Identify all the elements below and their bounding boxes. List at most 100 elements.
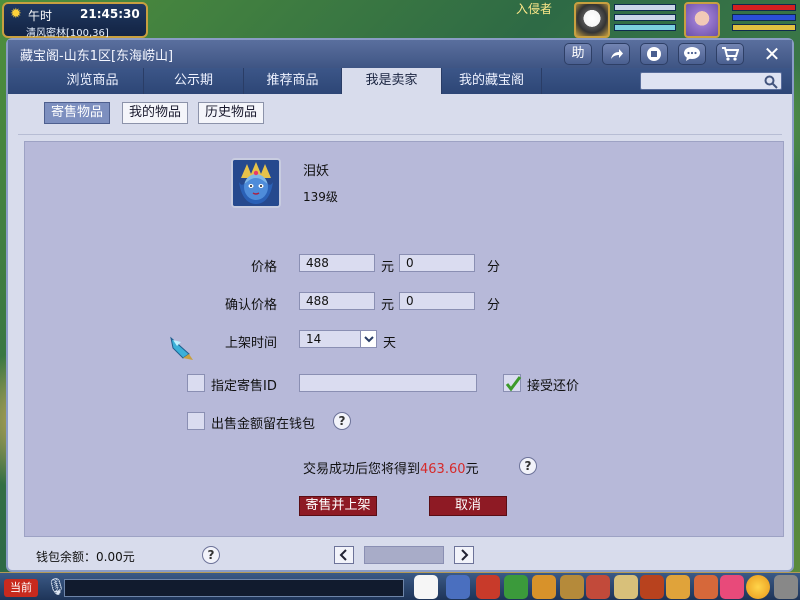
trade-icon[interactable] (532, 575, 556, 599)
pet-face-icon[interactable] (414, 575, 438, 599)
player-mp-bar (732, 14, 796, 21)
character-hud: 入侵者 (516, 0, 800, 40)
accept-offer-label: 接受还价 (527, 379, 580, 394)
window-title: 藏宝阁-山东1区[东海崂山] (20, 49, 174, 64)
confirm-fen-unit: 分 (487, 298, 501, 313)
pet-portrait[interactable] (574, 2, 610, 38)
sun-icon: ✹ (10, 6, 22, 22)
help-icon[interactable]: ? (333, 412, 351, 430)
activity-icon[interactable] (694, 575, 718, 599)
tab-seller[interactable]: 我是卖家 (342, 68, 442, 94)
chat-bubble-icon (684, 47, 700, 61)
main-tab-bar: 浏览商品 公示期 推荐商品 我是卖家 我的藏宝阁 (8, 68, 792, 94)
wallet-amount: 0.00元 (96, 550, 135, 564)
map-location: 清风密林[100,36] (26, 28, 109, 39)
channel-current-button[interactable]: 当前 (4, 579, 38, 597)
chevron-right-icon (461, 549, 469, 561)
player-hp-bar (732, 4, 796, 11)
listing-time-value: 14 (306, 332, 322, 346)
stop-icon (647, 47, 661, 61)
pet-menu-icon[interactable] (586, 575, 610, 599)
window-title-bar[interactable]: 藏宝阁-山东1区[东海崂山] 助 ✕ (8, 40, 792, 68)
system-settings-icon[interactable] (774, 575, 798, 599)
target-name: 入侵者 (516, 2, 553, 16)
page-scrollbar[interactable] (364, 546, 444, 564)
checkmark-icon (505, 376, 522, 392)
designated-id-label: 指定寄售ID (211, 379, 277, 394)
pet-mp-bar (614, 14, 676, 21)
tab-browse[interactable]: 浏览商品 (42, 68, 144, 94)
wallet-label: 钱包余额： (36, 550, 97, 564)
pet-hp-bar (614, 4, 676, 11)
earnings-prefix: 交易成功后您将得到 (303, 462, 421, 477)
designated-id-input[interactable] (299, 374, 477, 392)
treasure-pavilion-window: 藏宝阁-山东1区[东海崂山] 助 ✕ 浏览商品 公示期 推荐商品 我是卖家 我的… (6, 38, 794, 572)
designated-id-checkbox[interactable] (187, 374, 205, 392)
player-portrait[interactable] (684, 2, 720, 38)
friends-icon[interactable] (666, 575, 690, 599)
confirm-price-fen-input[interactable]: 0 (399, 292, 475, 310)
cursor-gem-icon (170, 336, 193, 360)
time-location-panel: ✹ 午时 21:45:30 清风密林[100,36] (2, 2, 148, 39)
wallet-balance: 钱包余额：0.00元 (36, 548, 135, 565)
game-bottom-bar: 当前 🎙 (0, 572, 800, 600)
keep-in-wallet-checkbox[interactable] (187, 412, 205, 430)
chat-input[interactable] (64, 579, 404, 597)
accept-offer-checkbox[interactable] (503, 374, 522, 392)
earnings-suffix: 元 (465, 462, 479, 477)
earnings-text: 交易成功后您将得到463.60元 (303, 458, 479, 477)
previous-page-button[interactable] (334, 546, 354, 564)
price-yuan-input[interactable]: 488 (299, 254, 375, 272)
confirm-price-label: 确认价格 (225, 298, 278, 313)
subtab-my-items[interactable]: 我的物品 (122, 102, 189, 124)
tab-my-pavilion[interactable]: 我的藏宝阁 (442, 68, 542, 94)
chevron-down-icon[interactable] (360, 331, 376, 347)
pet-exp-bar (614, 24, 676, 31)
game-clock: 21:45:30 (80, 7, 140, 21)
team-icon[interactable] (560, 575, 584, 599)
price-fen-input[interactable]: 0 (399, 254, 475, 272)
search-icon[interactable] (764, 72, 778, 93)
search-input[interactable] (640, 72, 782, 90)
listing-time-unit: 天 (383, 336, 397, 351)
tab-recommended[interactable]: 推荐商品 (244, 68, 342, 94)
item-level: 139级 (303, 190, 338, 204)
yuan-unit: 元 (381, 260, 395, 275)
help-icon[interactable]: ? (519, 457, 537, 475)
consign-form-panel: 泪妖 139级 价格 488 元 0 分 确认价格 488 元 0 分 上架时间… (24, 141, 784, 537)
earnings-amount: 463.60 (420, 462, 466, 477)
confirm-price-yuan-input[interactable]: 488 (299, 292, 375, 310)
next-page-button[interactable] (454, 546, 474, 564)
quest-scroll-icon[interactable] (614, 575, 638, 599)
give-item-icon[interactable] (504, 575, 528, 599)
help-icon[interactable]: ? (202, 546, 220, 564)
cart-button[interactable] (716, 43, 744, 65)
chevron-left-icon (339, 549, 347, 561)
item-bag-icon[interactable] (476, 575, 500, 599)
listing-time-select[interactable]: 14 (299, 330, 377, 348)
mall-icon[interactable] (720, 575, 744, 599)
cancel-button[interactable]: 取消 (429, 496, 507, 516)
help-button[interactable]: 助 (564, 43, 592, 65)
consign-submit-button[interactable]: 寄售并上架 (299, 496, 377, 516)
chat-button[interactable] (678, 43, 706, 65)
player-anger-bar (732, 24, 796, 31)
close-button[interactable]: ✕ (760, 43, 784, 65)
share-button[interactable] (602, 43, 630, 65)
subtab-consign-items[interactable]: 寄售物品 (44, 102, 111, 124)
time-period: 午时 (28, 9, 53, 23)
listing-time-label: 上架时间 (225, 336, 278, 351)
share-arrow-icon (611, 49, 623, 59)
content-divider (18, 134, 782, 135)
shopping-cart-icon (722, 47, 740, 61)
price-label: 价格 (251, 260, 278, 275)
item-name: 泪妖 (303, 164, 330, 179)
stop-button[interactable] (640, 43, 668, 65)
emote-face-icon[interactable] (746, 575, 770, 599)
pet-avatar-icon[interactable] (231, 158, 281, 208)
subtab-history-items[interactable]: 历史物品 (198, 102, 265, 124)
tab-public-period[interactable]: 公示期 (144, 68, 244, 94)
attack-swords-icon[interactable] (446, 575, 470, 599)
keep-in-wallet-label: 出售金额留在钱包 (211, 417, 316, 432)
gang-icon[interactable] (640, 575, 664, 599)
